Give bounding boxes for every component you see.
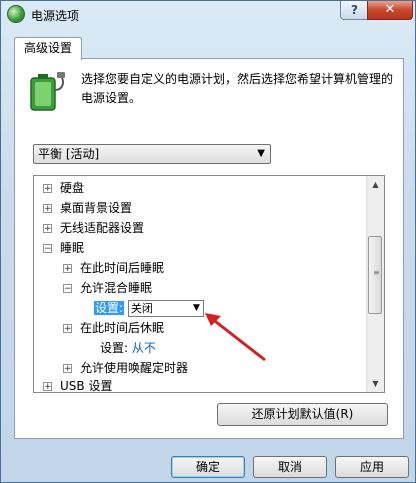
tree-item-label: 睡眠 <box>60 241 85 255</box>
tree-item-sleep-after[interactable]: + 在此时间后睡眠 <box>63 258 164 278</box>
scroll-up-icon[interactable]: ▲ <box>367 176 384 193</box>
power-plan-select[interactable]: 平衡 [活动] ▼ <box>33 144 271 164</box>
tree-item-usb-settings[interactable]: + USB 设置 <box>43 376 113 393</box>
expand-icon[interactable]: + <box>43 382 52 392</box>
grip-icon: ≡ <box>373 268 380 277</box>
tree-item-hybrid-sleep[interactable]: − 允许混合睡眠 <box>63 278 152 298</box>
expand-icon[interactable]: + <box>43 224 52 234</box>
hybrid-sleep-setting: 设置: 关闭 ▼ <box>94 298 204 318</box>
tree-item-label: 在此时间后睡眠 <box>80 261 165 275</box>
setting-label: 设置: <box>94 301 125 315</box>
tree-item-label: 在此时间后休眠 <box>80 321 165 335</box>
help-button[interactable]: ? <box>340 1 369 20</box>
tree-item-label: 桌面背景设置 <box>60 201 133 215</box>
hybrid-sleep-select[interactable]: 关闭 ▼ <box>127 300 204 317</box>
plan-description: 选择您要自定义的电源计划，然后选择您希望计算机管理的电源设置。 <box>81 72 394 105</box>
tree-item-desktop-background[interactable]: + 桌面背景设置 <box>43 198 132 218</box>
tree-item-sleep[interactable]: − 睡眠 <box>43 238 84 258</box>
expand-icon[interactable]: + <box>43 204 52 214</box>
chevron-down-icon: ▼ <box>192 303 200 313</box>
apply-button[interactable]: 应用 <box>335 456 409 478</box>
tree-item-label: 无线适配器设置 <box>60 221 145 235</box>
scroll-thumb[interactable]: ≡ <box>368 236 382 314</box>
tree-item-wireless-adapter[interactable]: + 无线适配器设置 <box>43 218 144 238</box>
chevron-down-icon: ▼ <box>257 148 265 159</box>
hibernate-value-link[interactable]: 从不 <box>132 341 156 355</box>
collapse-icon[interactable]: + <box>63 324 72 334</box>
tree-item-hibernate-after[interactable]: + 在此时间后休眠 <box>63 318 164 338</box>
window-title: 电源选项 <box>31 9 80 23</box>
tree-item-label: 硬盘 <box>60 181 85 195</box>
hybrid-sleep-value: 关闭 <box>130 302 153 315</box>
cancel-button[interactable]: 取消 <box>253 456 327 478</box>
ok-button[interactable]: 确定 <box>171 456 245 478</box>
close-button[interactable]: ✕ <box>367 1 413 20</box>
tree-item-label: 允许混合睡眠 <box>80 281 153 295</box>
tree-item-harddisk[interactable]: + 硬盘 <box>43 178 84 198</box>
setting-label: 设置: <box>100 341 129 355</box>
tree-item-wake-timers[interactable]: + 允许使用唤醒定时器 <box>63 358 188 378</box>
tab-advanced-settings[interactable]: 高级设置 <box>14 37 82 60</box>
power-plan-icon <box>7 5 25 23</box>
power-plan-value: 平衡 [活动] <box>38 147 100 161</box>
hibernate-setting: 设置: 从不 <box>100 338 156 358</box>
collapse-icon[interactable]: − <box>63 284 72 294</box>
annotation-arrow-icon <box>205 313 266 362</box>
restore-defaults-button[interactable]: 还原计划默认值(R) <box>217 403 388 426</box>
expand-icon[interactable]: + <box>63 364 72 374</box>
expand-icon[interactable]: + <box>43 184 52 194</box>
tree-item-label: 允许使用唤醒定时器 <box>80 361 189 375</box>
power-options-window: 电源选项 ? ✕ 高级设置 选择您要自定义的电源计划，然后选择您希望计算机管理的… <box>0 0 416 483</box>
scroll-down-icon[interactable]: ▼ <box>367 375 384 392</box>
settings-panel: 选择您要自定义的电源计划，然后选择您希望计算机管理的电源设置。 平衡 [活动] … <box>14 58 404 439</box>
title-bar: 电源选项 ? ✕ <box>1 1 415 27</box>
collapse-icon[interactable]: − <box>43 244 52 254</box>
vertical-scrollbar[interactable]: ▲ ≡ ▼ <box>366 176 384 392</box>
battery-plug-icon <box>30 72 65 111</box>
tree-item-label: USB 设置 <box>60 379 113 393</box>
expand-icon[interactable]: + <box>63 264 72 274</box>
